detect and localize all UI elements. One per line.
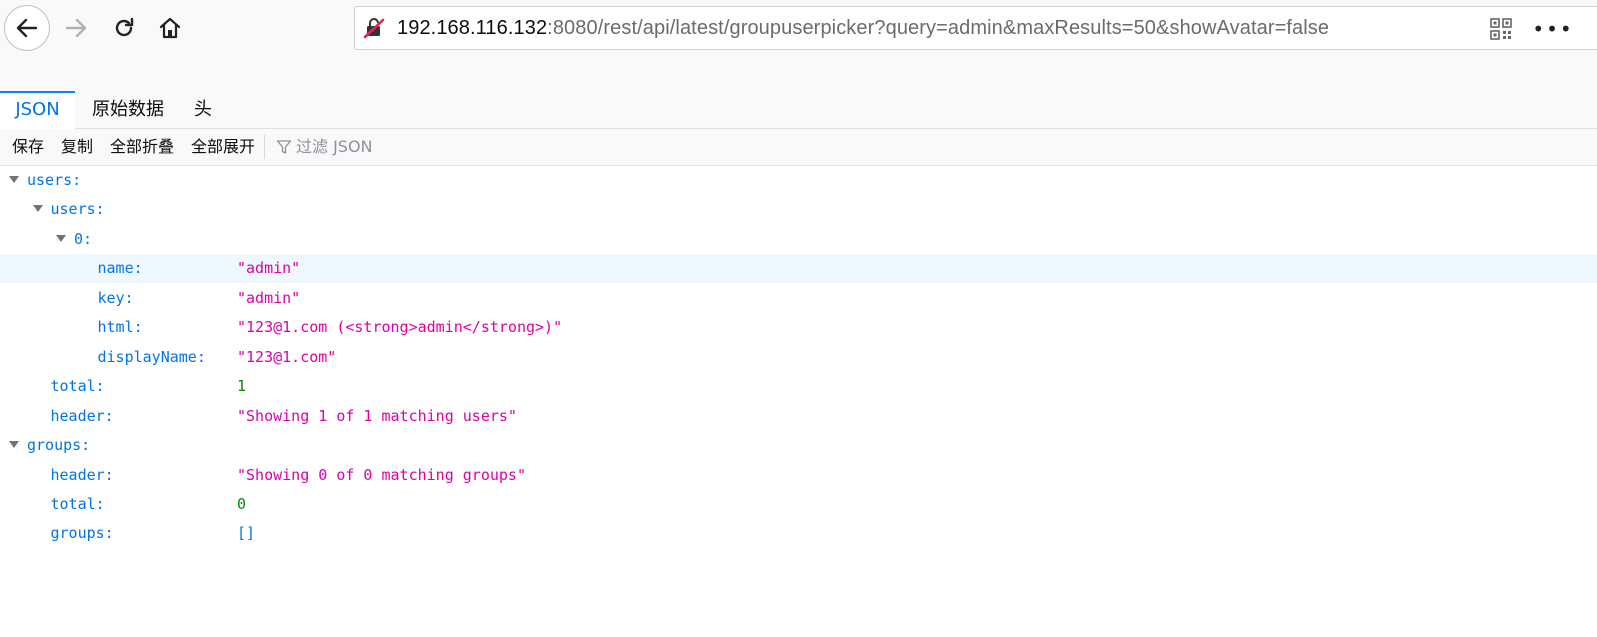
json-value: "admin" <box>237 259 301 278</box>
url-host: 192.168.116.132 <box>397 17 548 39</box>
json-tree-row[interactable]: users: <box>0 166 1597 195</box>
json-tree-row[interactable]: users: <box>0 195 1597 224</box>
json-key: total: <box>50 494 105 513</box>
expand-toggle-icon[interactable] <box>9 441 19 449</box>
back-button[interactable] <box>4 5 50 51</box>
viewer-tabs: JSON 原始数据 头 <box>0 91 1597 129</box>
back-arrow-icon <box>16 18 38 38</box>
json-value: "admin" <box>237 288 301 307</box>
reload-button[interactable] <box>108 12 140 44</box>
json-key: groups: <box>27 436 91 455</box>
address-bar[interactable]: 192.168.116.132:8080/rest/api/latest/gro… <box>354 6 1597 50</box>
json-tree-row[interactable]: groups: [] <box>0 519 1597 548</box>
filter-json-input[interactable]: 过滤 JSON <box>296 129 373 165</box>
json-tree-row[interactable]: key: "admin" <box>0 284 1597 313</box>
expand-toggle-icon[interactable] <box>9 176 19 183</box>
json-value: 0 <box>237 494 247 513</box>
json-key: header: <box>50 406 114 425</box>
json-tree-row[interactable]: displayName: "123@1.com" <box>0 343 1597 372</box>
tab-raw-data[interactable]: 原始数据 <box>88 91 168 128</box>
tab-headers[interactable]: 头 <box>190 91 216 128</box>
json-key: key: <box>97 288 134 307</box>
expand-toggle-icon[interactable] <box>56 234 66 242</box>
forward-button[interactable] <box>60 12 92 44</box>
home-button[interactable] <box>154 12 186 44</box>
json-key: total: <box>50 377 105 396</box>
qr-code-icon[interactable] <box>1490 18 1512 40</box>
json-tree-row[interactable]: html: "123@1.com (<strong>admin</strong>)… <box>0 313 1597 342</box>
json-value: "123@1.com (<strong>admin</strong>)" <box>237 318 563 337</box>
save-button[interactable]: 保存 <box>12 129 44 165</box>
json-key: name: <box>97 259 143 278</box>
json-tree-row[interactable]: groups: <box>0 431 1597 460</box>
url-path: :8080/rest/api/latest/groupuserpicker?qu… <box>547 17 1330 39</box>
json-tree-row[interactable]: 0: <box>0 225 1597 254</box>
json-value: "Showing 1 of 1 matching users" <box>237 406 517 425</box>
json-tree-row[interactable]: total: 1 <box>0 372 1597 401</box>
json-value: "123@1.com" <box>237 347 337 366</box>
json-key: users: <box>50 200 105 219</box>
page-actions-menu-button[interactable]: ••• <box>1532 15 1571 43</box>
json-tree-row[interactable]: header: "Showing 1 of 1 matching users" <box>0 402 1597 431</box>
json-toolbar: 保存 复制 全部折叠 全部展开 过滤 JSON <box>0 129 1597 166</box>
json-key: header: <box>50 465 114 484</box>
json-key: 0: <box>74 229 93 248</box>
tab-json[interactable]: JSON <box>0 91 75 129</box>
collapse-all-button[interactable]: 全部折叠 <box>110 129 174 165</box>
home-icon <box>159 17 181 39</box>
insecure-connection-icon <box>363 18 385 39</box>
expand-toggle-icon[interactable] <box>32 205 43 213</box>
json-value: "Showing 0 of 0 matching groups" <box>237 465 526 484</box>
filter-icon <box>276 140 292 154</box>
json-key: html: <box>97 318 143 337</box>
json-value: [] <box>237 524 256 543</box>
json-tree-row[interactable]: header: "Showing 0 of 0 matching groups" <box>0 461 1597 490</box>
copy-button[interactable]: 复制 <box>61 129 93 165</box>
url-text[interactable]: 192.168.116.132:8080/rest/api/latest/gro… <box>397 16 1329 40</box>
json-key: users: <box>27 171 82 189</box>
browser-toolbar: 192.168.116.132:8080/rest/api/latest/gro… <box>0 0 1597 92</box>
json-key: displayName: <box>97 347 206 366</box>
forward-arrow-icon <box>65 18 87 38</box>
expand-all-button[interactable]: 全部展开 <box>191 129 255 165</box>
json-tree-row[interactable]: total: 0 <box>0 490 1597 519</box>
toolbar-divider <box>264 135 265 159</box>
reload-icon <box>115 17 134 37</box>
json-tree-row[interactable]: name: "admin" <box>0 254 1597 284</box>
json-key: groups: <box>50 524 114 543</box>
json-value: 1 <box>237 377 247 396</box>
